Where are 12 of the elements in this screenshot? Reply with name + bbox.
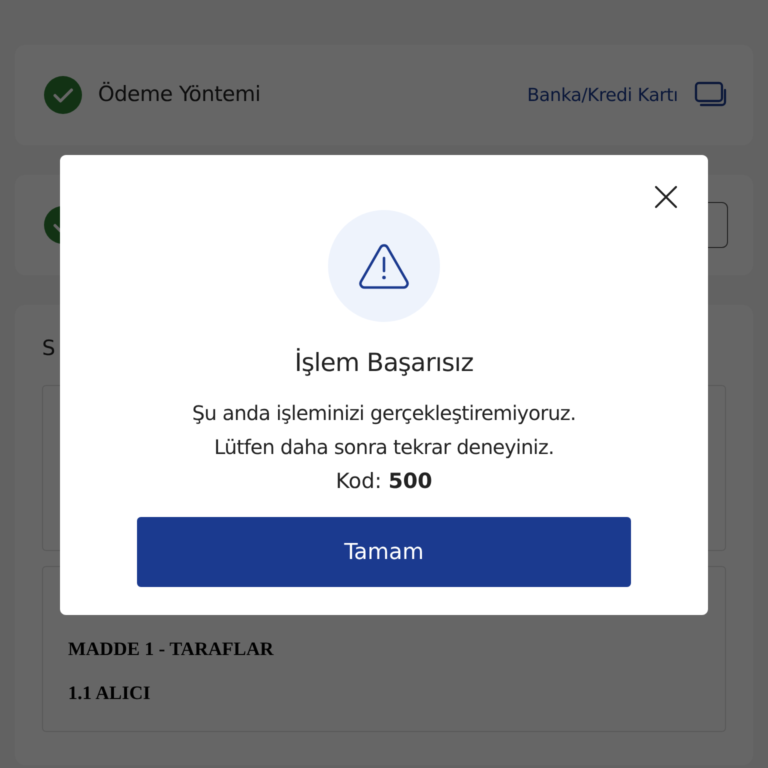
contract-heading: MADDE 1 - TARAFLAR xyxy=(68,638,275,660)
warning-icon xyxy=(358,243,410,289)
section-title: S xyxy=(42,335,56,362)
step-label: Ödeme Yöntemi xyxy=(98,80,261,108)
ok-button[interactable]: Tamam xyxy=(137,517,631,587)
contract-heading: 1.1 ALICI xyxy=(68,682,152,704)
dialog-title: İşlem Başarısız xyxy=(294,347,474,379)
payment-method-value: Banka/Kredi Kartı xyxy=(527,84,678,108)
card-icon xyxy=(694,81,728,109)
error-code: Kod: 500 xyxy=(336,468,432,494)
close-icon[interactable] xyxy=(655,186,677,208)
dialog-message: Şu anda işleminizi gerçekleştiremiyoruz. Lütfen daha sonra tekrar deneyiniz. xyxy=(191,400,577,460)
